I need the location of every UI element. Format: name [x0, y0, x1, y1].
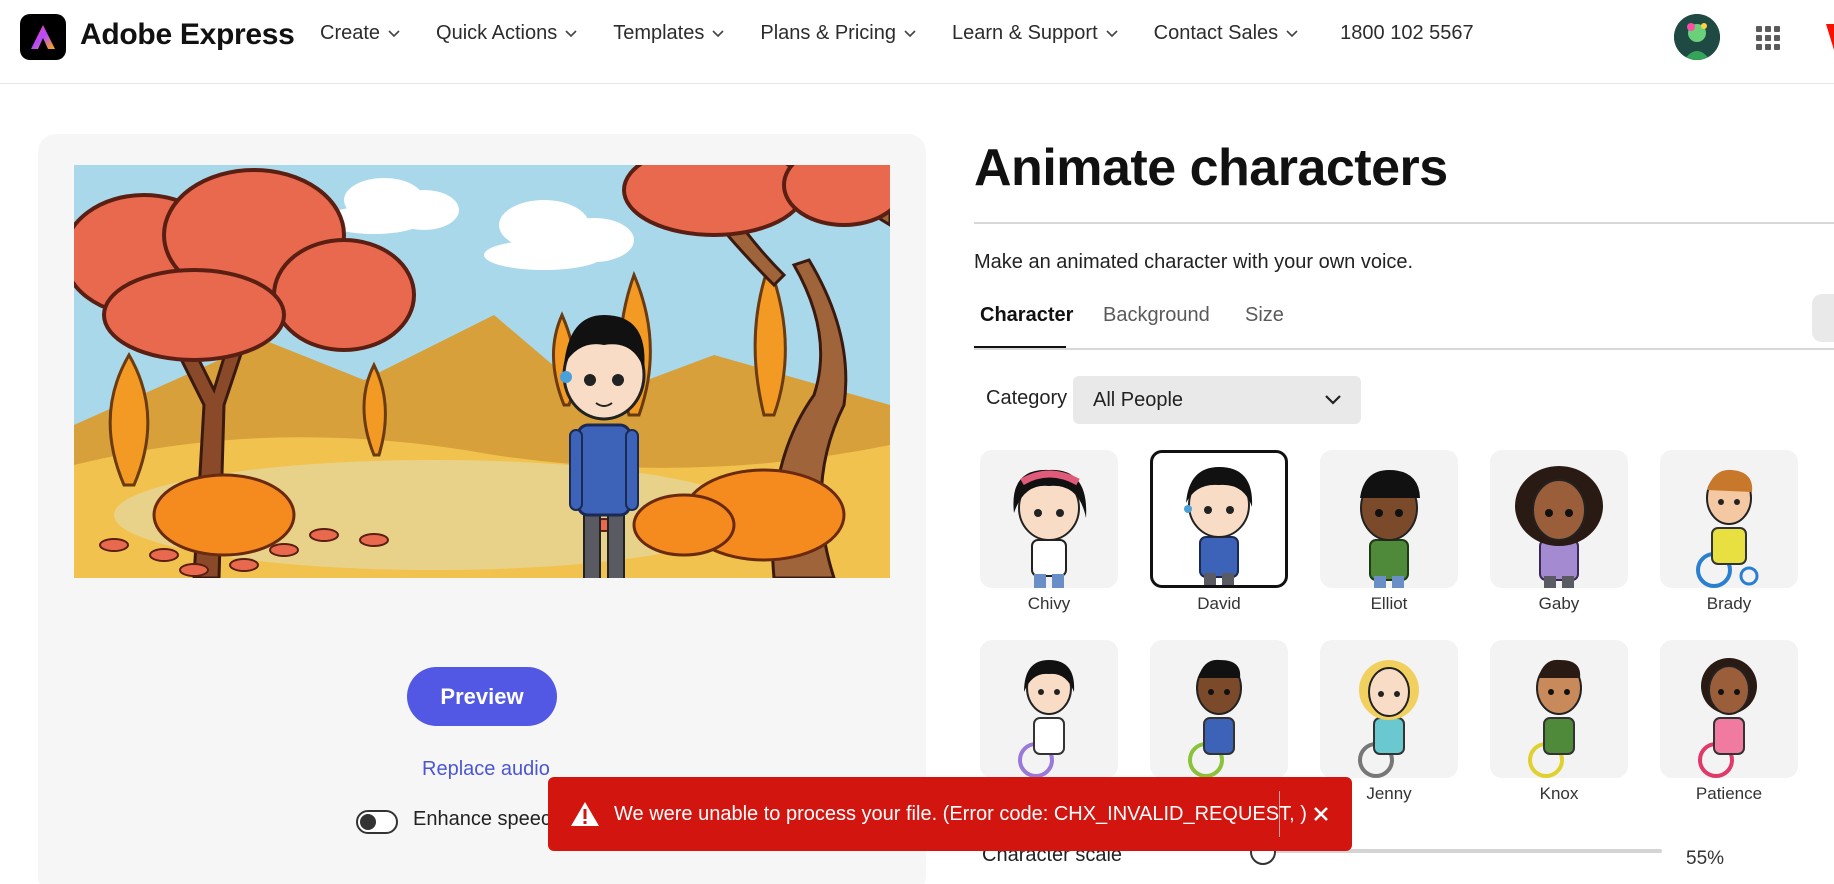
chevron-down-icon [712, 29, 724, 37]
character-card[interactable] [1150, 640, 1288, 784]
character-name: Brady [1706, 594, 1752, 613]
preview-button[interactable]: Preview [407, 667, 557, 726]
category-select[interactable]: All People [1073, 376, 1361, 424]
adobe-express-logo-icon[interactable] [20, 14, 66, 60]
character-name: David [1197, 594, 1241, 613]
chevron-down-icon [904, 29, 916, 37]
category-select-value: All People [1093, 388, 1184, 411]
tab-character[interactable]: Character [980, 304, 1073, 341]
nav-create-label: Create [320, 22, 381, 44]
character-name: Patience [1695, 784, 1763, 803]
tab-background[interactable]: Background [1103, 304, 1210, 341]
nav-quick-actions-label: Quick Actions [436, 22, 558, 44]
nav-plans-pricing[interactable]: Plans & Pricing [760, 22, 916, 45]
nav-learn-support-label: Learn & Support [951, 22, 1098, 44]
scene-preview-image [74, 165, 890, 578]
chevron-down-icon [1106, 29, 1118, 37]
character-thumbnail [1150, 640, 1288, 778]
enhance-speech-toggle[interactable] [356, 810, 398, 834]
main-nav: Create Quick Actions Templates Plans & P… [320, 22, 1474, 45]
tabs-overflow-button[interactable] [1812, 294, 1834, 342]
nav-plans-pricing-label: Plans & Pricing [760, 22, 896, 44]
character-card-chivy[interactable]: Chivy [980, 450, 1118, 614]
nav-templates-label: Templates [613, 22, 705, 44]
character-thumbnail [980, 640, 1118, 778]
character-card-knox[interactable]: Knox [1490, 640, 1628, 804]
character-thumbnail [1660, 640, 1798, 778]
title-divider [974, 222, 1834, 224]
phone-number[interactable]: 1800 102 5567 [1340, 22, 1473, 45]
replace-audio-link[interactable]: Replace audio [422, 758, 550, 781]
toast-divider [1279, 791, 1280, 837]
nav-templates[interactable]: Templates [613, 22, 724, 45]
user-avatar[interactable] [1674, 14, 1720, 60]
character-thumbnail [1150, 450, 1288, 588]
page-title: Animate characters [974, 139, 1448, 197]
options-tabs: Character Background Size [974, 304, 1834, 350]
close-toast-button[interactable] [1306, 799, 1336, 829]
top-nav-bar: Adobe Express Create Quick Actions Templ… [0, 0, 1834, 84]
character-card-david[interactable]: David [1150, 450, 1288, 614]
chevron-down-icon [565, 29, 577, 37]
adobe-logo-icon[interactable] [1820, 22, 1834, 52]
tabs-divider [974, 348, 1834, 350]
character-card-patience[interactable]: Patience [1660, 640, 1798, 804]
character-card-gaby[interactable]: Gaby [1490, 450, 1628, 614]
character-thumbnail [1660, 450, 1798, 588]
character-scale-value: 55% [1686, 848, 1725, 869]
apps-grid-icon[interactable] [1756, 26, 1780, 50]
tab-size[interactable]: Size [1245, 304, 1284, 341]
chevron-down-icon [388, 29, 400, 37]
character-card-brady[interactable]: Brady [1660, 450, 1798, 614]
character-name: Elliot [1370, 594, 1408, 613]
character-thumbnail [1320, 450, 1458, 588]
chevron-down-icon [1286, 29, 1298, 37]
close-icon [1314, 807, 1328, 821]
warning-icon [571, 802, 599, 826]
character-name: Knox [1539, 784, 1579, 803]
character-name: Gaby [1538, 594, 1580, 613]
character-card-elliot[interactable]: Elliot [1320, 450, 1458, 614]
toggle-knob [360, 814, 376, 830]
nav-quick-actions[interactable]: Quick Actions [436, 22, 577, 45]
page-subtitle: Make an animated character with your own… [974, 251, 1414, 273]
error-toast: We were unable to process your file. (Er… [548, 777, 1352, 851]
character-thumbnail [1490, 450, 1628, 588]
character-thumbnail [980, 450, 1118, 588]
nav-contact-sales-label: Contact Sales [1153, 22, 1279, 44]
nav-learn-support[interactable]: Learn & Support [952, 22, 1118, 45]
enhance-speech-label: Enhance speech [413, 808, 563, 830]
character-thumbnail [1490, 640, 1628, 778]
character-card[interactable] [980, 640, 1118, 784]
nav-create[interactable]: Create [320, 22, 400, 45]
character-thumbnail [1320, 640, 1458, 778]
nav-contact-sales[interactable]: Contact Sales [1154, 22, 1299, 45]
character-name: Chivy [1027, 594, 1071, 613]
chevron-down-icon [1325, 395, 1341, 405]
category-label: Category [986, 387, 1068, 409]
brand-name[interactable]: Adobe Express [80, 18, 295, 52]
error-message: We were unable to process your file. (Er… [614, 802, 1307, 825]
